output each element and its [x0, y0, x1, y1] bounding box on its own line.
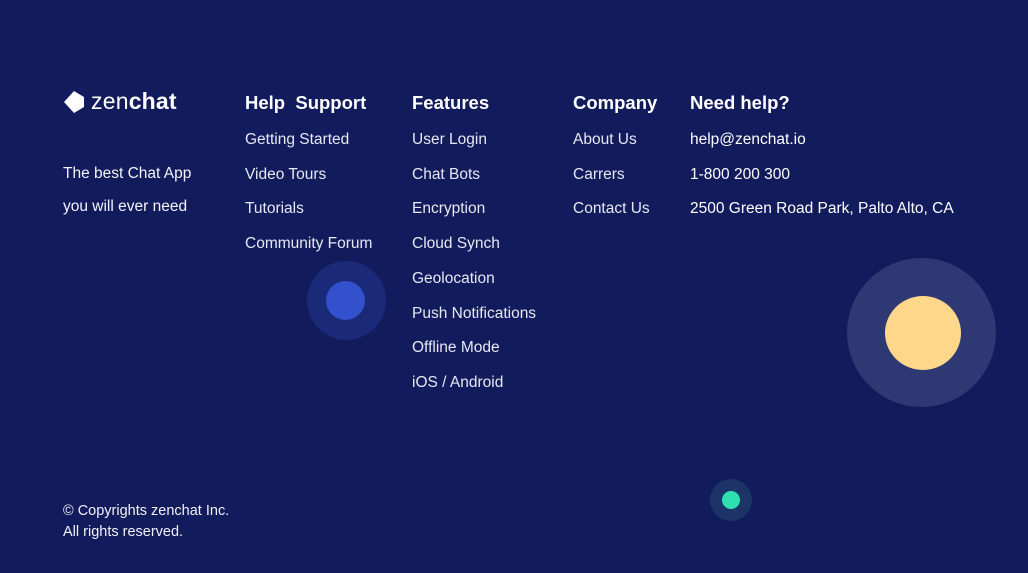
contact-column: Need help? help@zenchat.io 1-800 200 300…	[690, 92, 954, 227]
link-chat-bots[interactable]: Chat Bots	[412, 158, 536, 193]
features-heading: Features	[412, 92, 490, 113]
link-contact-us[interactable]: Contact Us	[573, 192, 657, 227]
link-carrers[interactable]: Carrers	[573, 158, 657, 193]
brand-tagline: The best Chat App you will ever need	[63, 157, 191, 223]
tagline-line-2: you will ever need	[63, 198, 188, 215]
link-tutorials[interactable]: Tutorials	[245, 192, 372, 227]
help-support-column: Help Support Getting Started Video Tours…	[245, 92, 372, 262]
company-column: Company About Us Carrers Contact Us	[573, 92, 657, 227]
link-getting-started[interactable]: Getting Started	[245, 123, 372, 158]
contact-details: help@zenchat.io 1-800 200 300 2500 Green…	[690, 123, 954, 227]
help-support-heading: Help Support	[245, 92, 367, 113]
decorative-green-circle	[722, 491, 740, 509]
link-about-us[interactable]: About Us	[573, 123, 657, 158]
tagline-line-1: The best Chat App	[63, 165, 192, 182]
link-community-forum[interactable]: Community Forum	[245, 227, 372, 262]
features-column: Features User Login Chat Bots Encryption…	[412, 92, 536, 401]
link-user-login[interactable]: User Login	[412, 123, 536, 158]
brand-logo[interactable]: zen chat	[63, 88, 177, 115]
link-offline-mode[interactable]: Offline Mode	[412, 331, 536, 366]
contact-email-link[interactable]: help@zenchat.io	[690, 123, 954, 158]
decorative-blue-circle	[326, 281, 365, 320]
copyright-notice: © Copyrights zenchat Inc. All rights res…	[63, 501, 229, 543]
link-encryption[interactable]: Encryption	[412, 192, 536, 227]
need-help-heading: Need help?	[690, 92, 790, 113]
contact-address: 2500 Green Road Park, Palto Alto, CA	[690, 200, 954, 218]
decorative-yellow-circle	[885, 296, 961, 370]
brand-name-part2: chat	[128, 88, 177, 114]
link-geolocation[interactable]: Geolocation	[412, 262, 536, 297]
link-push-notifications[interactable]: Push Notifications	[412, 297, 536, 332]
features-links: User Login Chat Bots Encryption Cloud Sy…	[412, 123, 536, 401]
brand-name-part1: zen	[91, 88, 129, 114]
link-ios-android[interactable]: iOS / Android	[412, 366, 536, 401]
link-video-tours[interactable]: Video Tours	[245, 158, 372, 193]
copyright-line-1: © Copyrights zenchat Inc.	[63, 503, 230, 519]
copyright-line-2: All rights reserved.	[63, 524, 184, 540]
company-links: About Us Carrers Contact Us	[573, 123, 657, 227]
company-heading: Company	[573, 92, 658, 113]
help-support-links: Getting Started Video Tours Tutorials Co…	[245, 123, 372, 262]
logo-mark-icon	[64, 90, 84, 113]
link-cloud-synch[interactable]: Cloud Synch	[412, 227, 536, 262]
contact-phone-link[interactable]: 1-800 200 300	[690, 158, 954, 193]
